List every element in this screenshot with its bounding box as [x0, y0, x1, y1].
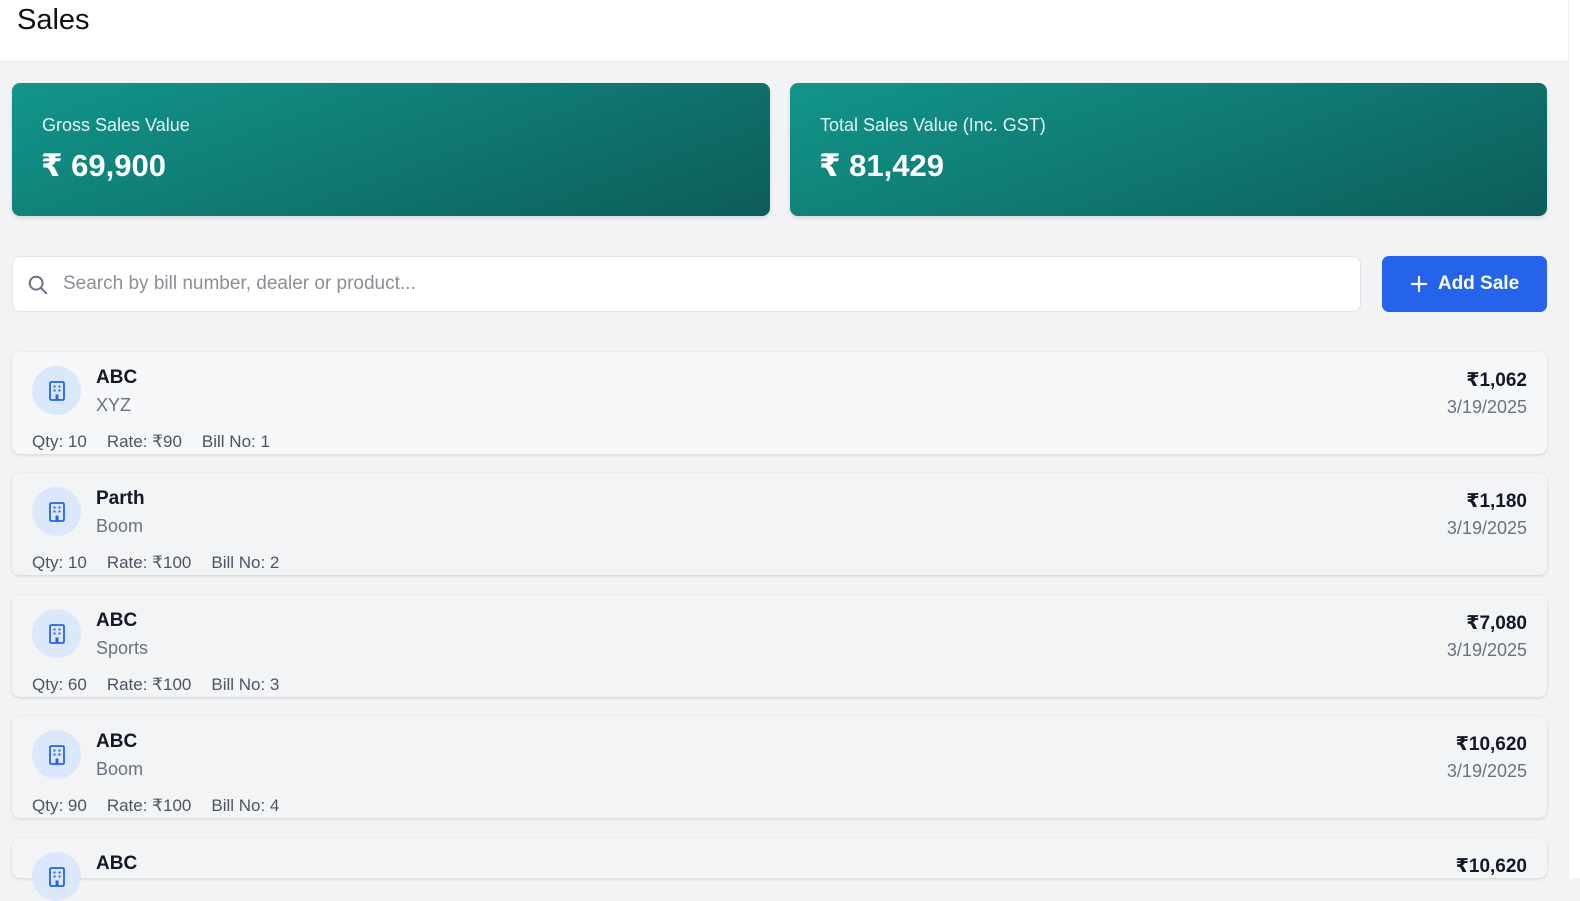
sale-amount: ₹10,620: [1455, 856, 1527, 877]
rate: Rate: ₹100: [106, 796, 192, 815]
dealer-name: ABC: [96, 853, 138, 874]
search-icon: [28, 275, 48, 295]
avatar: [32, 366, 81, 415]
sale-amount: ₹1,062: [1466, 370, 1527, 391]
sale-card[interactable]: ABC ₹10,620: [12, 838, 1547, 901]
avatar: [32, 730, 81, 779]
sale-details: Qty: 60 Rate: ₹100 Bill No: 3: [32, 675, 279, 695]
avatar: [32, 487, 81, 536]
sale-amount: ₹10,620: [1455, 734, 1527, 755]
building-icon: [48, 501, 65, 522]
scrollbar[interactable]: [1568, 0, 1580, 878]
quantity: Qty: 10: [32, 432, 87, 451]
dealer-name: ABC: [96, 610, 138, 631]
total-sales-card: Total Sales Value (Inc. GST) ₹ 81,429: [790, 83, 1547, 216]
page-title: Sales: [17, 4, 90, 36]
building-icon: [48, 744, 65, 765]
sale-date: 3/19/2025: [1446, 518, 1527, 538]
search-input[interactable]: [63, 265, 1343, 303]
sale-details: Qty: 10 Rate: ₹90 Bill No: 1: [32, 432, 270, 452]
bill-number: Bill No: 2: [211, 553, 280, 572]
product-name: XYZ: [96, 395, 132, 415]
quantity: Qty: 60: [32, 675, 87, 694]
bill-number: Bill No: 4: [211, 796, 280, 815]
search-box[interactable]: [12, 256, 1361, 312]
add-sale-button[interactable]: Add Sale: [1382, 256, 1547, 312]
header-bar: Sales: [0, 0, 1568, 62]
sale-card[interactable]: Parth Boom ₹1,180 3/19/2025 Qty: 10 Rate…: [12, 473, 1547, 575]
sale-card[interactable]: ABC Sports ₹7,080 3/19/2025 Qty: 60 Rate…: [12, 595, 1547, 697]
dealer-name: Parth: [96, 488, 145, 509]
avatar: [32, 852, 81, 901]
bill-number: Bill No: 1: [201, 432, 270, 451]
sale-date: 3/19/2025: [1446, 640, 1527, 660]
product-name: Boom: [96, 759, 144, 779]
product-name: Boom: [96, 516, 144, 536]
building-icon: [48, 866, 65, 887]
quantity: Qty: 90: [32, 796, 87, 815]
rate: Rate: ₹100: [106, 553, 192, 572]
sale-amount: ₹1,180: [1466, 491, 1527, 512]
dealer-name: ABC: [96, 367, 138, 388]
plus-icon: [1410, 275, 1428, 293]
gross-sales-value: ₹ 69,900: [41, 148, 166, 183]
product-name: Sports: [96, 638, 149, 658]
sale-date: 3/19/2025: [1446, 761, 1527, 781]
rate: Rate: ₹90: [106, 432, 182, 451]
total-sales-label: Total Sales Value (Inc. GST): [820, 115, 1046, 135]
sale-details: Qty: 10 Rate: ₹100 Bill No: 2: [32, 553, 279, 573]
quantity: Qty: 10: [32, 553, 87, 572]
building-icon: [48, 380, 65, 401]
sale-amount: ₹7,080: [1466, 613, 1527, 634]
bill-number: Bill No: 3: [211, 675, 280, 694]
sale-date: 3/19/2025: [1446, 397, 1527, 417]
sale-details: Qty: 90 Rate: ₹100 Bill No: 4: [32, 796, 279, 816]
dealer-name: ABC: [96, 731, 138, 752]
avatar: [32, 609, 81, 658]
add-sale-label: Add Sale: [1437, 273, 1520, 294]
total-sales-value: ₹ 81,429: [819, 148, 944, 183]
gross-sales-card: Gross Sales Value ₹ 69,900: [12, 83, 770, 216]
sale-card[interactable]: ABC Boom ₹10,620 3/19/2025 Qty: 90 Rate:…: [12, 716, 1547, 818]
rate: Rate: ₹100: [106, 675, 192, 694]
sale-card[interactable]: ABC XYZ ₹1,062 3/19/2025 Qty: 10 Rate: ₹…: [12, 352, 1547, 454]
gross-sales-label: Gross Sales Value: [42, 115, 190, 135]
building-icon: [48, 623, 65, 644]
